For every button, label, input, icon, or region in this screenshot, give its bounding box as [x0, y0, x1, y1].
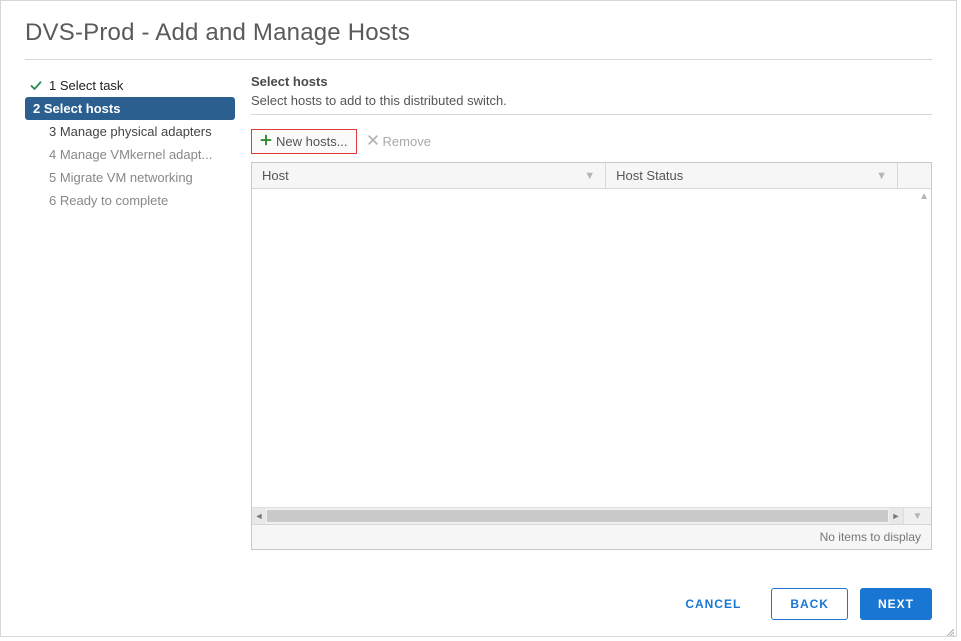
- button-label: Remove: [383, 134, 431, 149]
- resize-handle-icon[interactable]: [944, 624, 954, 634]
- grid-footer: No items to display: [252, 524, 931, 549]
- check-icon: [29, 79, 43, 93]
- dialog-title: DVS-Prod - Add and Manage Hosts: [25, 19, 932, 55]
- scroll-down-icon[interactable]: ▼: [913, 511, 923, 522]
- wizard-step-label: 6 Ready to complete: [49, 193, 168, 208]
- new-hosts-button[interactable]: New hosts...: [251, 129, 357, 154]
- grid-empty-text: No items to display: [820, 530, 921, 544]
- filter-icon[interactable]: ▼: [876, 170, 887, 182]
- button-label: BACK: [790, 597, 829, 611]
- wizard-step-migrate-vm[interactable]: 5 Migrate VM networking: [25, 166, 235, 189]
- wizard-step-label: 3 Manage physical adapters: [49, 124, 212, 139]
- scroll-up-icon[interactable]: ▲: [919, 191, 929, 202]
- scroll-corner: ▼: [903, 508, 931, 524]
- wizard-step-label: 4 Manage VMkernel adapt...: [49, 147, 212, 162]
- wizard-step-ready[interactable]: 6 Ready to complete: [25, 189, 235, 212]
- column-label: Host: [262, 168, 289, 183]
- wizard-step-label: 2 Select hosts: [33, 101, 120, 116]
- grid-toolbar: New hosts... Remove: [251, 129, 932, 154]
- hosts-grid: Host ▼ Host Status ▼ ▲ ◄ ►: [251, 162, 932, 550]
- wizard-step-select-hosts[interactable]: 2 Select hosts: [25, 97, 235, 120]
- remove-button: Remove: [367, 134, 431, 149]
- wizard-step-select-task[interactable]: 1 Select task: [25, 74, 235, 97]
- divider: [251, 114, 932, 115]
- check-icon: [29, 148, 43, 162]
- section-subtitle: Select hosts to add to this distributed …: [251, 93, 932, 108]
- plus-icon: [260, 134, 272, 149]
- button-label: New hosts...: [276, 134, 348, 149]
- check-icon: [29, 125, 43, 139]
- button-label: CANCEL: [685, 597, 741, 611]
- section-title: Select hosts: [251, 74, 932, 89]
- close-icon: [367, 134, 379, 149]
- dialog-body: 1 Select task 2 Select hosts 3 Manage ph…: [25, 74, 932, 550]
- wizard-step-manage-vmkernel[interactable]: 4 Manage VMkernel adapt...: [25, 143, 235, 166]
- check-icon: [29, 194, 43, 208]
- wizard-steps: 1 Select task 2 Select hosts 3 Manage ph…: [25, 74, 235, 550]
- back-button[interactable]: BACK: [771, 588, 848, 620]
- grid-column-host[interactable]: Host ▼: [252, 163, 605, 188]
- scroll-left-icon[interactable]: ◄: [252, 508, 266, 524]
- wizard-step-manage-physical[interactable]: 3 Manage physical adapters: [25, 120, 235, 143]
- scroll-track[interactable]: [267, 510, 888, 522]
- button-label: NEXT: [878, 597, 914, 611]
- grid-scroll-header: [897, 163, 931, 188]
- divider: [25, 59, 932, 60]
- next-button[interactable]: NEXT: [860, 588, 932, 620]
- check-icon: [29, 171, 43, 185]
- grid-header: Host ▼ Host Status ▼: [252, 163, 931, 189]
- dialog-footer: CANCEL BACK NEXT: [667, 588, 932, 620]
- wizard-step-label: 1 Select task: [49, 78, 123, 93]
- column-label: Host Status: [616, 168, 683, 183]
- grid-body: ▲: [252, 189, 931, 507]
- filter-icon[interactable]: ▼: [584, 170, 595, 182]
- wizard-dialog: DVS-Prod - Add and Manage Hosts 1 Select…: [0, 0, 957, 637]
- wizard-step-label: 5 Migrate VM networking: [49, 170, 193, 185]
- grid-column-host-status[interactable]: Host Status ▼: [605, 163, 897, 188]
- cancel-button[interactable]: CANCEL: [667, 588, 759, 620]
- scroll-right-icon[interactable]: ►: [889, 508, 903, 524]
- wizard-content: Select hosts Select hosts to add to this…: [251, 74, 932, 550]
- grid-horizontal-scrollbar[interactable]: ◄ ► ▼: [252, 507, 931, 524]
